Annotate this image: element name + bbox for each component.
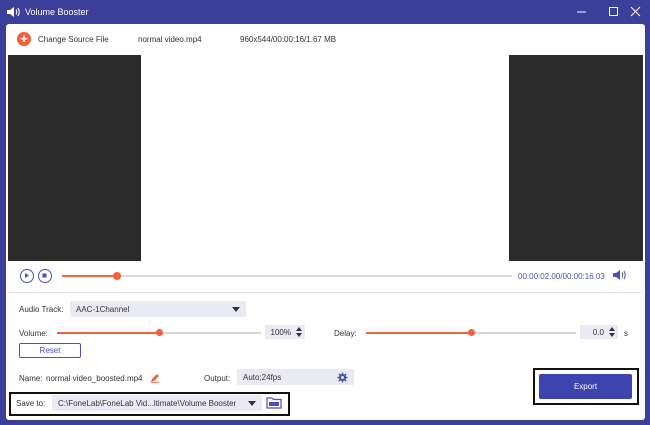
volume-value: 100% [270,328,291,337]
file-info: 960x544/00:00:16/1.67 MB [240,35,337,44]
stepper-down-icon[interactable] [609,333,615,337]
stop-icon [42,273,47,278]
volume-icon[interactable] [612,269,626,281]
stepper-down-icon[interactable] [296,333,302,337]
reset-button[interactable]: Reset [19,343,81,358]
output-label: Output: [204,374,231,383]
add-icon[interactable]: + [17,32,31,46]
stepper-up-icon[interactable] [609,327,615,331]
progress-fill [62,275,116,277]
main-panel: + Change Source File normal video.mp4 96… [6,24,645,420]
delay-handle[interactable] [468,329,475,336]
maximize-icon [609,7,618,16]
volume-handle[interactable] [156,329,163,336]
source-bar: + Change Source File normal video.mp4 96… [6,24,645,54]
window-title: Volume Booster [25,7,89,17]
play-icon [25,273,29,278]
progress-track[interactable] [62,272,512,280]
minimize-button[interactable] [574,4,590,20]
gear-icon[interactable] [337,372,348,383]
volume-stepper[interactable]: 100% [265,325,305,339]
video-frame [141,55,509,261]
divider [8,292,643,293]
delay-value: 0.0 [592,328,604,337]
maximize-button[interactable] [606,4,622,20]
change-source-button[interactable]: Change Source File [38,35,109,44]
delay-fill [366,332,471,334]
title-bar: Volume Booster [0,0,650,24]
total-time: 00:00:16.03 [562,272,605,281]
stop-button[interactable] [38,269,52,283]
edit-icon[interactable] [150,373,160,383]
name-label: Name: [19,374,43,383]
volume-fill [57,332,159,334]
audio-track-value: AAC-1Channel [76,305,130,314]
save-to-label: Save to: [16,399,46,408]
delay-slider[interactable] [366,329,576,336]
minimize-icon [577,11,586,13]
volume-slider[interactable] [57,329,261,336]
folder-icon[interactable] [266,396,282,410]
close-icon [630,6,641,17]
delay-unit: s [624,329,628,338]
close-button[interactable] [628,4,644,20]
delay-stepper[interactable]: 0.0 [580,325,618,339]
current-time: 00:00:02.00 [518,272,561,281]
volume-label: Volume: [19,329,48,338]
speaker-icon [7,7,20,17]
file-name: normal video.mp4 [138,35,202,44]
delay-label: Delay: [334,329,357,338]
time-display: 00:00:02.00/00:00:16.03 [518,272,605,281]
chevron-down-icon [248,401,256,406]
audio-track-label: Audio Track: [19,305,64,314]
audio-track-select[interactable]: AAC-1Channel [70,301,246,317]
output-format-value: Auto;24fps [243,373,282,382]
chevron-down-icon [232,307,240,312]
save-path-value: C:\FoneLab\FoneLab Vid...ltimate\Volume … [58,399,237,408]
video-preview [8,55,643,261]
save-path-select[interactable]: C:\FoneLab\FoneLab Vid...ltimate\Volume … [52,395,262,411]
play-button[interactable] [20,269,34,283]
stepper-up-icon[interactable] [296,327,302,331]
progress-handle[interactable] [113,272,121,280]
export-button[interactable]: Export [539,374,632,399]
output-name-value: normal video_boosted.mp4 [46,374,143,383]
